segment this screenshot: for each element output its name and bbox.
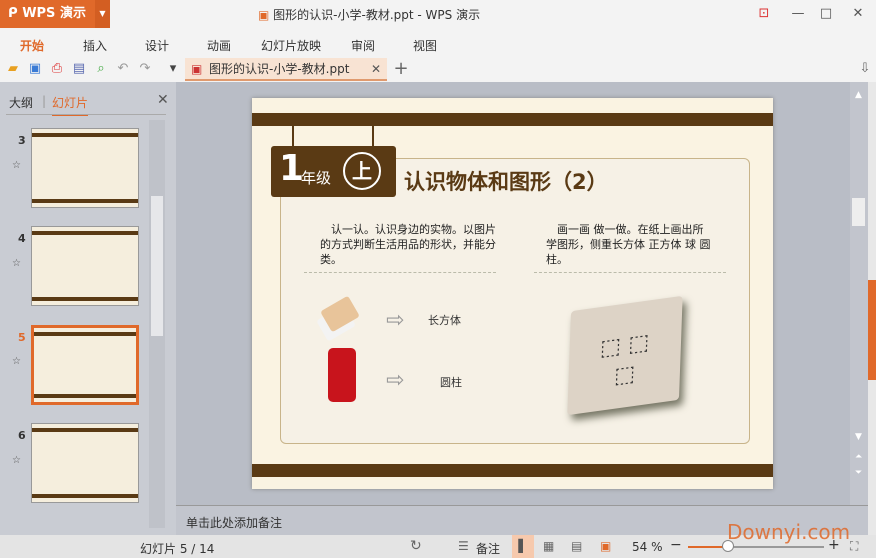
bottom-band: [252, 464, 773, 477]
left-description: 认一认。认识身边的实物。以图片的方式判断生活用品的形状，并能分类。: [320, 223, 496, 266]
fit-window-icon[interactable]: ⛶: [850, 539, 858, 554]
slide-number: 6: [18, 429, 26, 442]
slide-thumbnail[interactable]: [31, 128, 139, 208]
slide-number: 4: [18, 232, 26, 245]
previous-slide-icon[interactable]: ⏶: [855, 452, 862, 462]
hanger: [292, 126, 294, 146]
tab-separator: |: [42, 94, 47, 108]
ribbon-tabs: [0, 28, 876, 58]
arrow-icon: ⇨: [386, 368, 405, 393]
minimize-button[interactable]: —: [788, 4, 808, 24]
cube-sketch: ⬚: [613, 361, 636, 390]
animation-star-icon: ☆: [12, 258, 21, 269]
notes-toggle-label[interactable]: 备注: [476, 540, 500, 557]
animation-star-icon: ☆: [12, 455, 21, 466]
toolbar-menu-icon[interactable]: ⇩: [856, 60, 874, 78]
scroll-thumb[interactable]: [151, 196, 163, 336]
notes-placeholder: 单击此处添加备注: [186, 516, 283, 530]
window-title: ▣ 图形的认识-小学-教材.ppt - WPS 演示: [258, 8, 481, 22]
backup-history-icon[interactable]: ↻: [410, 538, 422, 554]
dashed-divider: [534, 272, 726, 273]
dashed-divider: [304, 272, 496, 273]
scroll-up-icon[interactable]: ▲: [855, 90, 862, 100]
reading-view-icon[interactable]: ▤: [571, 539, 582, 553]
normal-view-icon[interactable]: ▌: [512, 535, 534, 558]
main-scrollbar[interactable]: ▲ ▼ ⏶ ⏷: [850, 82, 868, 505]
right-description: 画一画 做一做。在纸上画出所学图形，侧重长方体 正方体 球 圆柱。: [546, 223, 711, 266]
slide-counter: 幻灯片 5 / 14: [140, 542, 215, 556]
top-band: [252, 113, 773, 126]
slide-sorter-icon[interactable]: ▦: [543, 539, 554, 553]
slideshow-icon[interactable]: ▣: [600, 539, 611, 553]
tab-design[interactable]: 设计: [145, 37, 169, 54]
print-preview-icon[interactable]: ⌕: [92, 60, 110, 78]
open-icon[interactable]: ▰: [4, 60, 22, 78]
export-pdf-icon[interactable]: ⎙: [48, 60, 66, 78]
tab-review[interactable]: 审阅: [351, 37, 375, 54]
tab-slides[interactable]: 幻灯片: [52, 94, 89, 116]
print-icon[interactable]: ▤: [70, 60, 88, 78]
close-panel-icon[interactable]: ✕: [157, 92, 169, 108]
new-tab-icon[interactable]: +: [392, 60, 410, 78]
app-menu-dropdown-icon[interactable]: ▼: [95, 0, 110, 28]
document-tab[interactable]: ▣ 图形的认识-小学-教材.ppt ✕: [185, 58, 387, 81]
scroll-down-icon[interactable]: ▼: [855, 432, 862, 442]
slide-thumbnail-selected[interactable]: [31, 325, 139, 405]
cube-sketch: ⬚ ⬚: [599, 329, 650, 362]
slide-canvas[interactable]: 1 年级 上 认识物体和图形（2） 认一认。认识身边的实物。以图片的方式判断生活…: [252, 98, 773, 489]
tab-home[interactable]: 开始: [20, 37, 44, 54]
redo-icon[interactable]: ↷: [136, 60, 154, 78]
zoom-out-icon[interactable]: −: [670, 537, 682, 553]
label-cylinder: 圆柱: [440, 376, 462, 389]
tab-animation[interactable]: 动画: [207, 37, 231, 54]
grade-badge: 1 年级 上: [271, 146, 396, 197]
close-button[interactable]: ✕: [848, 4, 868, 24]
zoom-level: 54 %: [632, 540, 663, 554]
label-cuboid: 长方体: [428, 314, 461, 327]
slide-title: 认识物体和图形（2）: [404, 170, 608, 194]
wps-logo-icon: ᑭ: [8, 6, 23, 21]
wps-app-menu-button[interactable]: ᑭ WPS 演示: [0, 0, 95, 28]
hanger: [372, 126, 374, 146]
notebook-drawing-image: ⬚ ⬚ ⬚: [567, 295, 683, 416]
ppt-file-icon: ▣: [191, 62, 203, 76]
tab-insert[interactable]: 插入: [83, 37, 107, 54]
slide-thumbnail[interactable]: [31, 423, 139, 503]
ppt-file-icon: ▣: [258, 8, 274, 22]
panel-scrollbar[interactable]: [149, 120, 165, 528]
divider: [6, 114, 166, 115]
slide-number: 3: [18, 134, 26, 147]
animation-star-icon: ☆: [12, 160, 21, 171]
term-circle: 上: [343, 152, 381, 190]
feedback-icon[interactable]: ⊡: [754, 4, 774, 24]
watermark: Downyi.com: [727, 520, 851, 544]
tab-view[interactable]: 视图: [413, 37, 437, 54]
notes-toggle-icon[interactable]: ☰: [458, 539, 469, 553]
undo-icon[interactable]: ↶: [114, 60, 132, 78]
tab-outline[interactable]: 大纲: [9, 94, 33, 111]
customize-toolbar-icon[interactable]: ▾: [164, 60, 182, 78]
cola-can-image: [328, 348, 356, 402]
side-panel-toggle[interactable]: [868, 280, 876, 380]
scroll-thumb[interactable]: [852, 198, 865, 226]
arrow-icon: ⇨: [386, 308, 405, 333]
save-icon[interactable]: ▣: [26, 60, 44, 78]
zoom-slider[interactable]: [688, 540, 824, 552]
close-tab-icon[interactable]: ✕: [371, 58, 381, 80]
tab-slideshow[interactable]: 幻灯片放映: [261, 37, 321, 54]
slide-number: 5: [18, 331, 26, 344]
next-slide-icon[interactable]: ⏷: [855, 468, 862, 478]
grade-label: 年级: [301, 169, 332, 187]
maximize-button[interactable]: □: [816, 4, 836, 24]
slide-thumbnail[interactable]: [31, 226, 139, 306]
animation-star-icon: ☆: [12, 356, 21, 367]
